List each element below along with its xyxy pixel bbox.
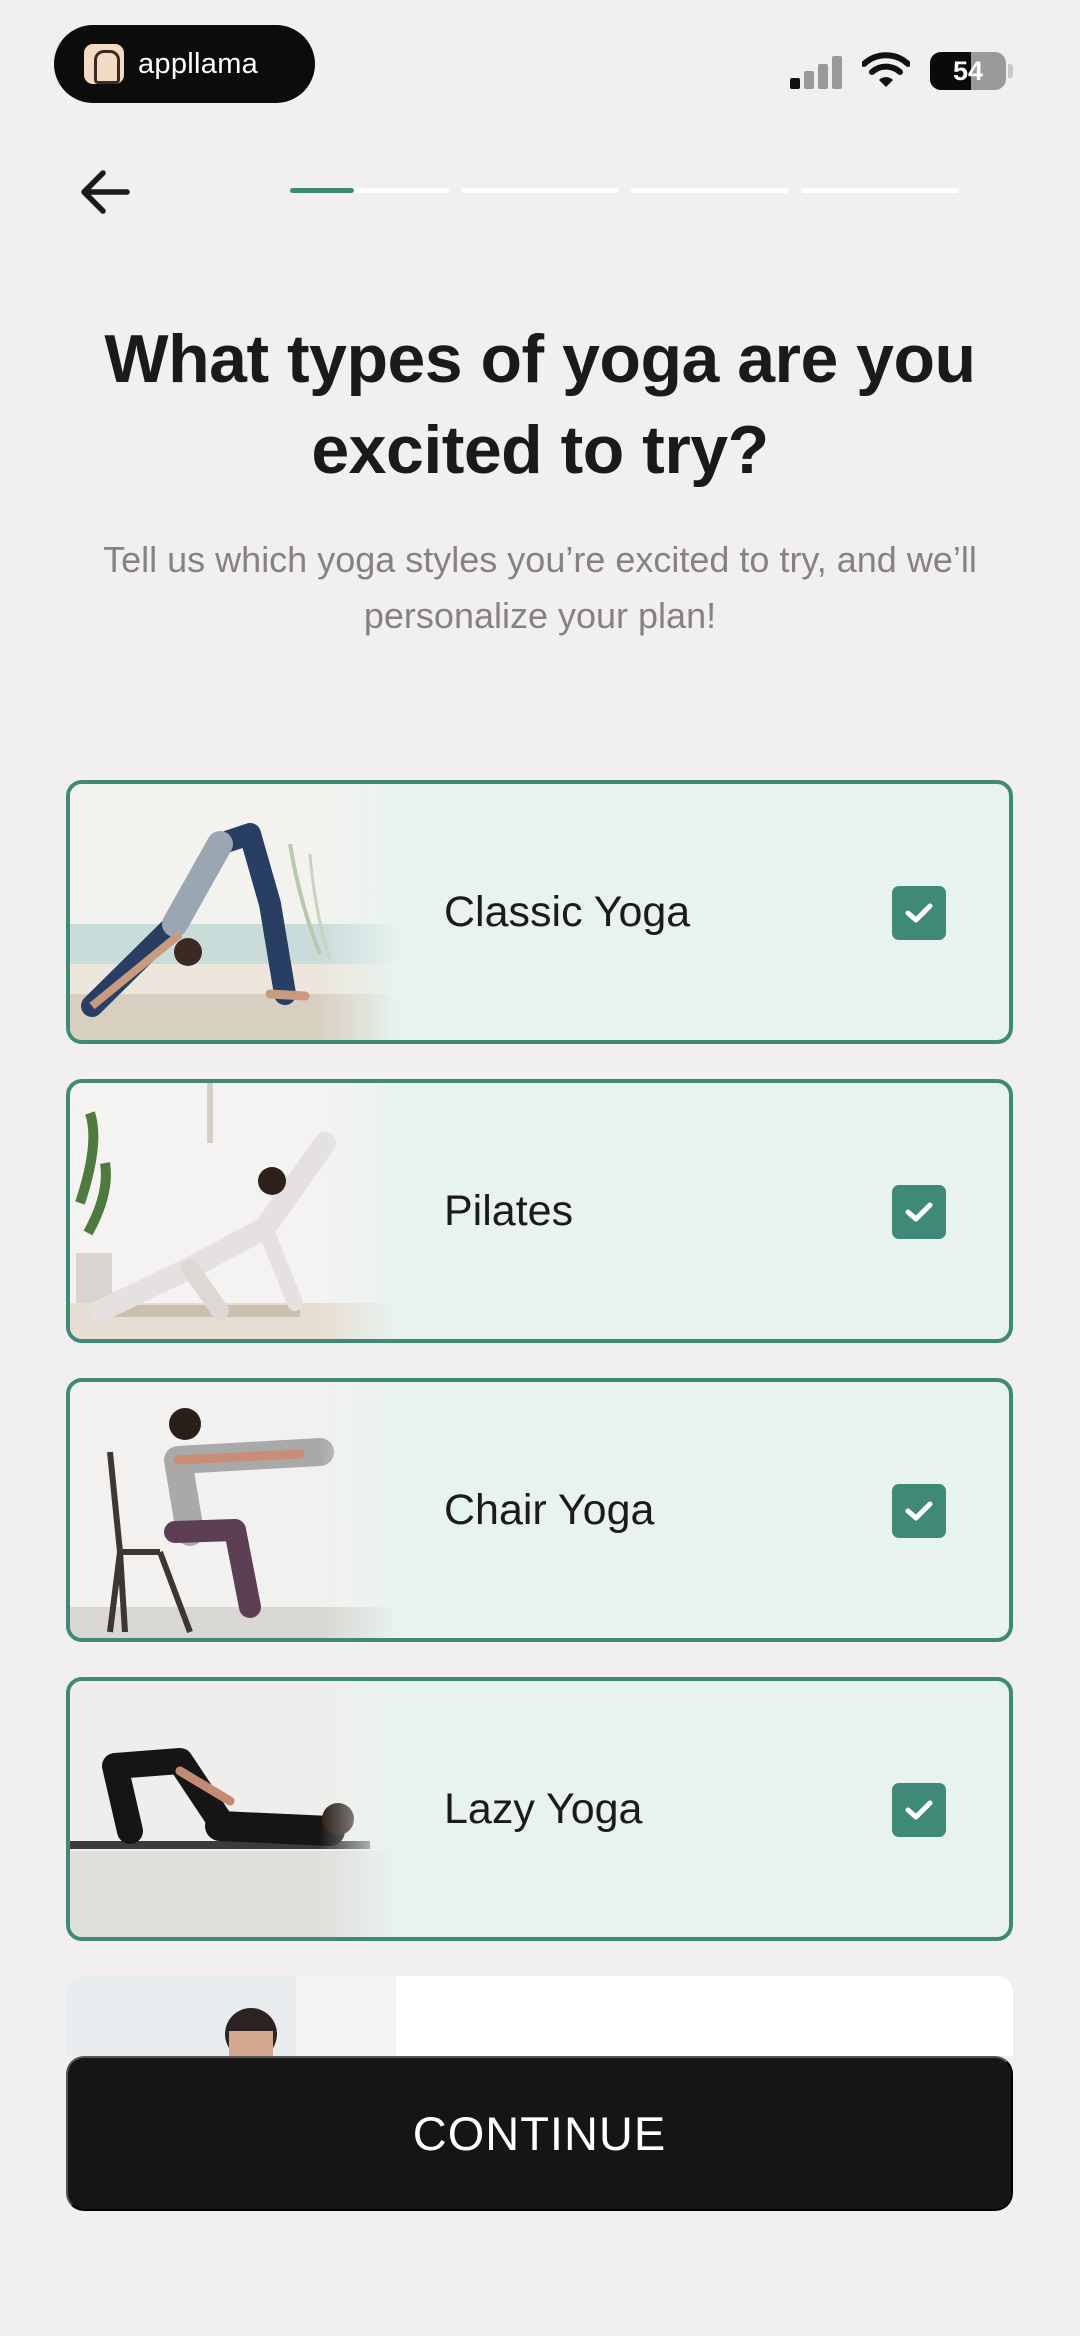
- progress-step-4: [801, 188, 959, 193]
- checkmark-icon: [905, 1501, 933, 1521]
- option-card-partial[interactable]: [66, 1976, 1013, 2056]
- back-button[interactable]: [74, 164, 136, 220]
- option-card-chair-yoga[interactable]: Chair Yoga: [66, 1378, 1013, 1642]
- pilates-image: [70, 1083, 400, 1339]
- option-checkbox-lazy-yoga[interactable]: [892, 1783, 946, 1837]
- app-indicator-label: appllama: [138, 47, 259, 80]
- option-card-lazy-yoga[interactable]: Lazy Yoga: [66, 1677, 1013, 1941]
- page-subtitle: Tell us which yoga styles you’re excited…: [103, 539, 977, 636]
- continue-button[interactable]: CONTINUE: [66, 2056, 1013, 2211]
- option-checkbox-chair-yoga[interactable]: [892, 1484, 946, 1538]
- wifi-icon: [862, 52, 910, 87]
- signal-bars-icon: [790, 55, 844, 89]
- battery-icon: 54: [930, 52, 1006, 90]
- checkmark-icon: [905, 1800, 933, 1820]
- checkmark-icon: [905, 903, 933, 923]
- classic-yoga-image: [70, 784, 400, 1040]
- partial-option-image: [66, 1976, 396, 2056]
- option-label: Pilates: [444, 1186, 574, 1235]
- onboarding-screen: appllama 54 What types of yoga are you e…: [0, 0, 1080, 2336]
- arrow-left-icon: [81, 170, 130, 214]
- progress-step-3: [631, 188, 789, 193]
- option-checkbox-pilates[interactable]: [892, 1185, 946, 1239]
- option-card-pilates[interactable]: Pilates: [66, 1079, 1013, 1343]
- option-checkbox-classic-yoga[interactable]: [892, 886, 946, 940]
- llama-logo-icon: [84, 44, 124, 84]
- chair-yoga-image: [70, 1382, 400, 1638]
- option-label: Classic Yoga: [444, 887, 691, 936]
- option-label: Lazy Yoga: [444, 1784, 643, 1833]
- checkmark-icon: [905, 1202, 933, 1222]
- option-card-classic-yoga[interactable]: Classic Yoga: [66, 780, 1013, 1044]
- progress-step-1-fill: [290, 188, 354, 193]
- lazy-yoga-image: [70, 1681, 400, 1937]
- option-label: Chair Yoga: [444, 1485, 655, 1534]
- progress-step-2: [461, 188, 619, 193]
- progress-step-1: [290, 188, 449, 193]
- page-title: What types of yoga are you excited to tr…: [104, 321, 976, 488]
- app-indicator-pill: appllama: [54, 25, 315, 103]
- battery-level: 54: [952, 56, 984, 86]
